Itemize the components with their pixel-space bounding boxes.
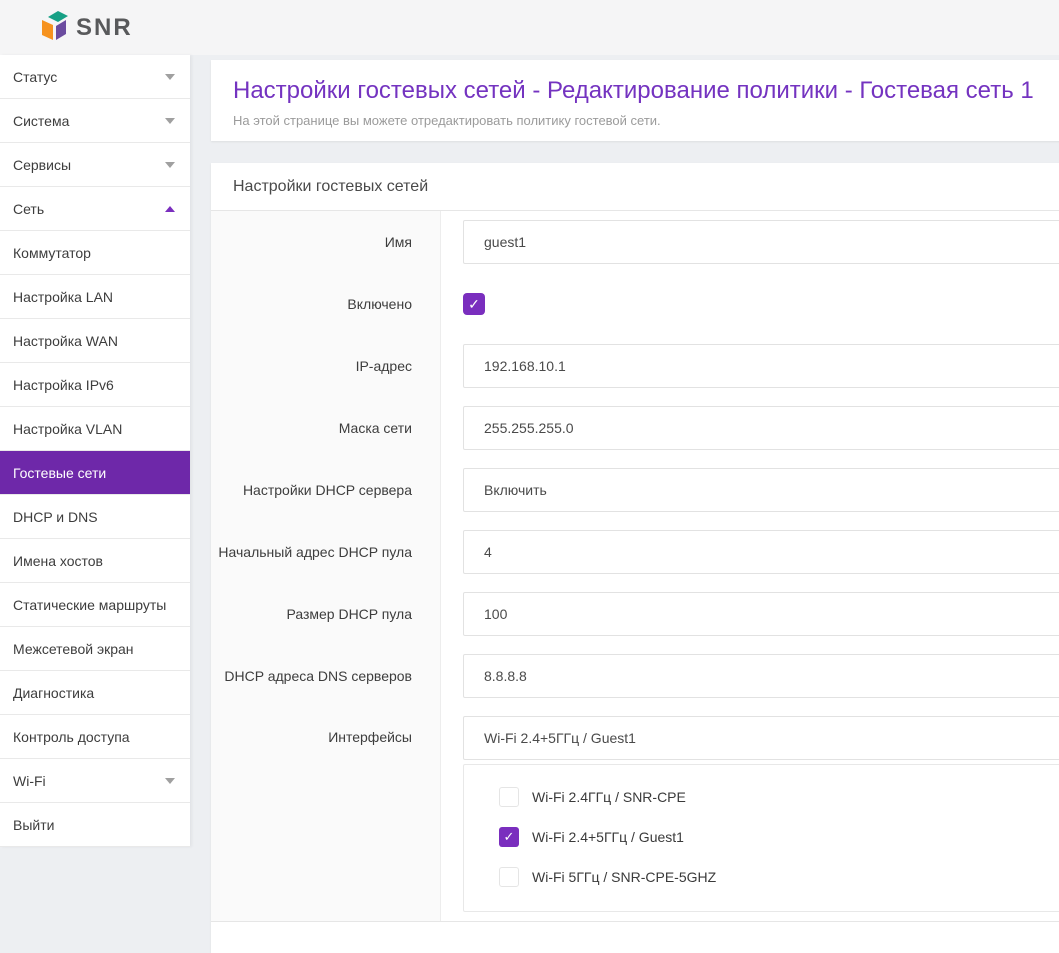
sidebar-item-hostnames[interactable]: Имена хостов: [0, 539, 190, 583]
sidebar-item-label: Настройка IPv6: [13, 377, 114, 393]
dhcp-pool-size-input[interactable]: [463, 592, 1059, 636]
dhcp-limit-field-label: Размер DHCP пула: [211, 583, 441, 645]
sidebar-item-diagnostics[interactable]: Диагностика: [0, 671, 190, 715]
chevron-down-icon: [165, 118, 175, 124]
wifi245-option-label: Wi-Fi 2.4+5ГГц / Guest1: [532, 829, 684, 845]
interfaces-option-list: Wi-Fi 2.4ГГц / SNR-CPE ✓ Wi-Fi 2.4+5ГГц …: [463, 764, 1059, 912]
wifi24-option-label: Wi-Fi 2.4ГГц / SNR-CPE: [532, 789, 686, 805]
app-header: SNR: [0, 0, 1059, 55]
sidebar-item-ipv6-settings[interactable]: Настройка IPv6: [0, 363, 190, 407]
sidebar-item-static-routes[interactable]: Статические маршруты: [0, 583, 190, 627]
sidebar-item-dhcp-dns[interactable]: DHCP и DNS: [0, 495, 190, 539]
wifi5-option-label: Wi-Fi 5ГГц / SNR-CPE-5GHZ: [532, 869, 716, 885]
sidebar-item-label: Коммутатор: [13, 245, 91, 261]
sidebar-item-label: DHCP и DNS: [13, 509, 98, 525]
dhcp-dns-field-label: DHCP адреса DNS серверов: [211, 645, 441, 707]
form-section-title: Настройки гостевых сетей: [211, 163, 1059, 211]
ip-field-label: IP-адрес: [211, 335, 441, 397]
chevron-up-icon: [165, 206, 175, 212]
form-row-ip: IP-адрес: [211, 335, 1059, 397]
name-field-label: Имя: [211, 211, 441, 273]
sidebar-item-label: Гостевые сети: [13, 465, 106, 481]
sidebar-item-label: Сеть: [13, 201, 44, 217]
interface-option-wifi5[interactable]: Wi-Fi 5ГГц / SNR-CPE-5GHZ: [499, 857, 1059, 897]
sidebar-item-wan-settings[interactable]: Настройка WAN: [0, 319, 190, 363]
interface-option-wifi245[interactable]: ✓ Wi-Fi 2.4+5ГГц / Guest1: [499, 817, 1059, 857]
main-content: Настройки гостевых сетей - Редактировани…: [211, 55, 1059, 953]
sidebar-item-system[interactable]: Система: [0, 99, 190, 143]
form-row-netmask: Маска сети: [211, 397, 1059, 459]
form-row-interfaces: Интерфейсы Wi-Fi 2.4+5ГГц / Guest1 Wi-Fi…: [211, 707, 1059, 921]
form-row-dhcp-start: Начальный адрес DHCP пула: [211, 521, 1059, 583]
sidebar-item-firewall[interactable]: Межсетевой экран: [0, 627, 190, 671]
page-subtitle: На этой странице вы можете отредактирова…: [233, 113, 1059, 128]
enabled-checkbox[interactable]: ✓: [463, 293, 485, 315]
sidebar-item-label: Имена хостов: [13, 553, 103, 569]
sidebar-item-services[interactable]: Сервисы: [0, 143, 190, 187]
sidebar-nav: Статус Система Сервисы Сеть Коммутатор Н…: [0, 55, 190, 847]
name-input[interactable]: [463, 220, 1059, 264]
dhcp-dns-input[interactable]: [463, 654, 1059, 698]
wifi24-checkbox[interactable]: [499, 787, 519, 807]
sidebar-item-lan-settings[interactable]: Настройка LAN: [0, 275, 190, 319]
dhcp-mode-selected-value: Включить: [484, 482, 547, 498]
netmask-input[interactable]: [463, 406, 1059, 450]
sidebar-item-label: Сервисы: [13, 157, 71, 173]
form-row-dhcp-mode: Настройки DHCP сервера Включить: [211, 459, 1059, 521]
brand-logo-text: SNR: [76, 14, 133, 42]
sidebar-item-network[interactable]: Сеть: [0, 187, 190, 231]
interfaces-selected-value: Wi-Fi 2.4+5ГГц / Guest1: [484, 730, 636, 746]
enabled-field-label: Включено: [211, 273, 441, 335]
sidebar-item-label: Межсетевой экран: [13, 641, 134, 657]
dhcp-mode-field-label: Настройки DHCP сервера: [211, 459, 441, 521]
sidebar-item-label: Настройка VLAN: [13, 421, 122, 437]
interface-option-wifi24[interactable]: Wi-Fi 2.4ГГц / SNR-CPE: [499, 777, 1059, 817]
chevron-down-icon: [165, 74, 175, 80]
sidebar-item-logout[interactable]: Выйти: [0, 803, 190, 847]
sidebar-item-label: Выйти: [13, 817, 54, 833]
ip-address-input[interactable]: [463, 344, 1059, 388]
sidebar-item-label: Статус: [13, 69, 57, 85]
netmask-field-label: Маска сети: [211, 397, 441, 459]
form-bottom-divider: [211, 921, 1059, 951]
form-row-dhcp-dns: DHCP адреса DNS серверов: [211, 645, 1059, 707]
wifi245-checkbox[interactable]: ✓: [499, 827, 519, 847]
brand-logo: SNR: [42, 10, 133, 45]
interfaces-field-label: Интерфейсы: [211, 707, 441, 921]
form-row-enabled: Включено ✓: [211, 273, 1059, 335]
sidebar-item-guest-networks[interactable]: Гостевые сети: [0, 451, 190, 495]
sidebar-item-wifi[interactable]: Wi-Fi: [0, 759, 190, 803]
chevron-down-icon: [165, 162, 175, 168]
sidebar-item-label: Система: [13, 113, 69, 129]
form-row-dhcp-limit: Размер DHCP пула: [211, 583, 1059, 645]
sidebar-item-label: Контроль доступа: [13, 729, 130, 745]
sidebar-item-status[interactable]: Статус: [0, 55, 190, 99]
form-row-name: Имя: [211, 211, 1059, 273]
sidebar-item-vlan-settings[interactable]: Настройка VLAN: [0, 407, 190, 451]
page-title-card: Настройки гостевых сетей - Редактировани…: [211, 60, 1059, 141]
dhcp-mode-select[interactable]: Включить: [463, 468, 1059, 512]
guest-network-form-card: Настройки гостевых сетей Имя Включено ✓ …: [211, 163, 1059, 953]
sidebar-item-label: Настройка LAN: [13, 289, 113, 305]
page-title: Настройки гостевых сетей - Редактировани…: [233, 77, 1059, 105]
sidebar-item-switch[interactable]: Коммутатор: [0, 231, 190, 275]
chevron-down-icon: [165, 778, 175, 784]
sidebar-item-label: Настройка WAN: [13, 333, 118, 349]
snr-cube-icon: [42, 10, 69, 45]
dhcp-start-field-label: Начальный адрес DHCP пула: [211, 521, 441, 583]
sidebar-item-access-control[interactable]: Контроль доступа: [0, 715, 190, 759]
sidebar-item-label: Wi-Fi: [13, 773, 46, 789]
wifi5-checkbox[interactable]: [499, 867, 519, 887]
interfaces-select[interactable]: Wi-Fi 2.4+5ГГц / Guest1: [463, 716, 1059, 760]
sidebar-item-label: Диагностика: [13, 685, 94, 701]
sidebar-item-label: Статические маршруты: [13, 597, 166, 613]
dhcp-start-input[interactable]: [463, 530, 1059, 574]
